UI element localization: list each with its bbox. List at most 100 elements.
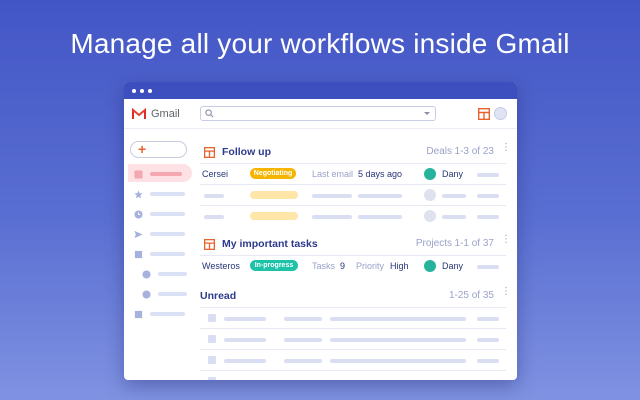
tasks-title: My important tasks — [222, 238, 318, 250]
sidebar-item-snoozed[interactable] — [124, 207, 194, 221]
main-content: Follow up Deals 1-3 of 23 ⋮ Cersei Negot… — [200, 129, 511, 380]
tasks-kind: Projects — [415, 238, 452, 249]
tasks-count: 1-1 of 37 — [454, 238, 494, 249]
inbox-icon — [134, 170, 143, 179]
unread-header[interactable]: Unread 1-25 of 35 ⋮ — [200, 287, 511, 305]
user-avatar — [424, 168, 436, 180]
table-row[interactable]: Westeros In-progress Tasks 9 Priority Hi… — [200, 255, 506, 276]
sidebar-item-inbox[interactable] — [124, 164, 194, 182]
placeholder-bar — [358, 194, 402, 198]
sidebar-item-label — [150, 192, 185, 196]
placeholder-bar — [284, 317, 322, 321]
circle-icon — [142, 270, 151, 279]
tasks-value: 9 — [340, 261, 346, 271]
placeholder-bar — [312, 215, 352, 219]
circle-icon — [142, 290, 151, 299]
table-row[interactable]: Cersei Negotiating Last email 5 days ago… — [200, 163, 506, 184]
more-options-icon[interactable]: ⋮ — [501, 235, 511, 245]
sidebar-item-starred[interactable] — [124, 187, 194, 201]
last-email-value: 5 days ago — [358, 169, 403, 179]
list-item[interactable] — [200, 307, 506, 328]
user-avatar — [424, 189, 436, 201]
compose-plus-icon: + — [138, 141, 147, 157]
sidebar-item-label — [150, 252, 185, 256]
gmail-logo-icon — [132, 108, 146, 119]
account-avatar[interactable] — [494, 107, 507, 120]
clock-icon — [134, 210, 143, 219]
sidebar-item-label-2[interactable] — [124, 287, 194, 301]
follow-up-count: 1-3 of 23 — [454, 146, 494, 157]
deal-name: Cersei — [202, 169, 229, 179]
placeholder-bar — [477, 215, 499, 219]
follow-up-kind: Deals — [426, 146, 452, 157]
draft-icon — [134, 250, 143, 259]
user-avatar — [424, 260, 436, 272]
search-options-chevron-icon[interactable] — [424, 112, 430, 115]
placeholder-bar — [204, 194, 224, 198]
placeholder-bar — [224, 338, 266, 342]
sidebar-item-label — [150, 232, 185, 236]
compose-button[interactable]: + — [130, 141, 187, 158]
placeholder-bar — [477, 359, 499, 363]
placeholder-bar — [204, 215, 224, 219]
gmail-window: Gmail + Follow up Deals 1-3 of 23 ⋮ Cers… — [124, 82, 517, 380]
placeholder-bar — [442, 215, 466, 219]
streak-grid-icon[interactable] — [478, 108, 490, 120]
follow-up-title: Follow up — [222, 146, 271, 158]
sidebar-item-label — [150, 312, 185, 316]
placeholder-bar — [330, 317, 466, 321]
placeholder-badge — [250, 212, 298, 220]
table-row[interactable] — [200, 184, 506, 205]
pipeline-icon — [204, 239, 215, 250]
priority-label: Priority — [356, 261, 385, 271]
placeholder-bar — [224, 359, 266, 363]
row-checkbox[interactable] — [208, 314, 216, 322]
row-checkbox[interactable] — [208, 377, 216, 380]
more-options-icon[interactable]: ⋮ — [501, 287, 511, 297]
assignee-name: Dany — [442, 261, 464, 271]
search-input[interactable] — [200, 106, 436, 121]
priority-value: High — [390, 261, 409, 271]
placeholder-badge — [250, 191, 298, 199]
window-dot-icon — [132, 88, 136, 93]
window-dot-icon — [148, 88, 152, 93]
gmail-header: Gmail — [124, 99, 517, 129]
status-badge: Negotiating — [250, 168, 296, 179]
tasks-header[interactable]: My important tasks Projects 1-1 of 37 ⋮ — [200, 235, 511, 253]
list-item[interactable] — [200, 370, 506, 380]
assignee-name: Dany — [442, 169, 464, 179]
placeholder-bar — [358, 215, 402, 219]
sidebar-item-label-1[interactable] — [124, 267, 194, 281]
window-dot-icon — [140, 88, 144, 93]
sidebar-item-sent[interactable] — [124, 227, 194, 241]
placeholder-bar — [477, 338, 499, 342]
table-row[interactable] — [200, 205, 506, 226]
search-icon — [205, 109, 214, 118]
unread-count: 1-25 of 35 — [448, 290, 494, 301]
list-item[interactable] — [200, 349, 506, 370]
project-name: Westeros — [202, 261, 240, 271]
folder-icon — [134, 310, 143, 319]
placeholder-bar — [477, 317, 499, 321]
sidebar-item-label — [150, 172, 182, 176]
send-icon — [134, 230, 143, 239]
placeholder-bar — [477, 194, 499, 198]
star-icon — [134, 190, 143, 199]
placeholder-bar — [312, 194, 352, 198]
unread-title: Unread — [200, 290, 237, 302]
sidebar-item-label — [150, 212, 185, 216]
placeholder-bar — [284, 338, 322, 342]
sidebar: + — [124, 129, 194, 380]
placeholder-bar — [477, 173, 499, 177]
list-item[interactable] — [200, 328, 506, 349]
user-avatar — [424, 210, 436, 222]
row-checkbox[interactable] — [208, 335, 216, 343]
placeholder-bar — [224, 317, 266, 321]
sidebar-item-more[interactable] — [124, 307, 194, 321]
more-options-icon[interactable]: ⋮ — [501, 143, 511, 153]
sidebar-item-drafts[interactable] — [124, 247, 194, 261]
sidebar-item-label — [158, 272, 187, 276]
row-checkbox[interactable] — [208, 356, 216, 364]
follow-up-header[interactable]: Follow up Deals 1-3 of 23 ⋮ — [200, 143, 511, 161]
status-badge: In-progress — [250, 260, 298, 271]
